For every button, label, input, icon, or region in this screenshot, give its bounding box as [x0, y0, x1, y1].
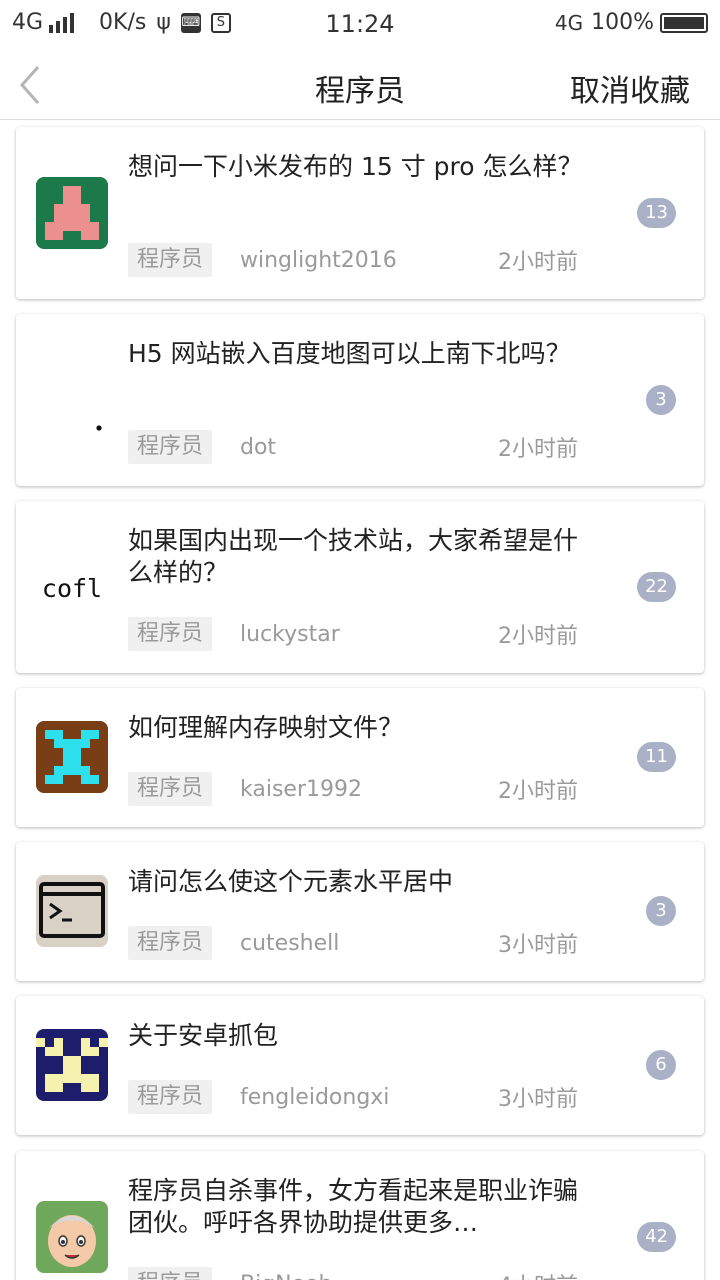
battery-icon — [660, 12, 708, 33]
post-author[interactable]: dot — [240, 435, 276, 460]
post-author[interactable]: luckystar — [240, 622, 340, 647]
cofl-logo-icon: cofl — [42, 574, 102, 603]
post-title[interactable]: H5 网站嵌入百度地图可以上南下北吗？ — [128, 338, 598, 370]
post-author[interactable]: kaiser1992 — [240, 777, 362, 802]
category-tag[interactable]: 程序员 — [128, 1267, 213, 1280]
post-time: 2小时前 — [498, 624, 578, 649]
category-tag[interactable]: 程序员 — [128, 617, 213, 651]
avatar — [36, 875, 108, 947]
post-card[interactable]: 程序员自杀事件，女方看起来是职业诈骗团伙。呼吁各界协助提供更多… 程序员 Big… — [16, 1151, 704, 1280]
post-title[interactable]: 如何理解内存映射文件？ — [128, 712, 598, 744]
post-time: 2小时前 — [498, 779, 578, 804]
post-author[interactable]: winglight2016 — [240, 248, 397, 273]
post-card[interactable]: 关于安卓抓包 程序员 fengleidongxi 3小时前 6 — [16, 996, 704, 1135]
post-title[interactable]: 想问一下小米发布的 15 寸 pro 怎么样？ — [128, 151, 598, 183]
category-tag[interactable]: 程序员 — [128, 772, 213, 806]
network-4g-icon: 4G — [554, 10, 584, 35]
post-author[interactable]: BigNoob — [240, 1272, 333, 1280]
post-time: 3小时前 — [498, 933, 578, 958]
category-tag[interactable]: 程序员 — [128, 243, 213, 277]
post-author[interactable]: fengleidongxi — [240, 1085, 389, 1110]
terminal-icon — [36, 875, 108, 947]
post-author[interactable]: cuteshell — [240, 931, 339, 956]
post-title[interactable]: 请问怎么使这个元素水平居中 — [128, 866, 598, 898]
post-title[interactable]: 程序员自杀事件，女方看起来是职业诈骗团伙。呼吁各界协助提供更多… — [128, 1175, 598, 1239]
post-meta: 程序员 dot 2小时前 — [128, 430, 598, 464]
post-card[interactable]: 想问一下小米发布的 15 寸 pro 怎么样？ 程序员 winglight201… — [16, 127, 704, 299]
reply-count-badge: 6 — [646, 1050, 676, 1080]
chevron-left-icon — [19, 66, 40, 104]
post-time: 3小时前 — [498, 1087, 578, 1112]
post-card[interactable]: 如何理解内存映射文件？ 程序员 kaiser1992 2小时前 11 — [16, 688, 704, 827]
post-meta: 程序员 fengleidongxi 3小时前 — [128, 1080, 598, 1114]
status-right: 4G 100% — [555, 10, 708, 35]
post-list[interactable]: 想问一下小米发布的 15 寸 pro 怎么样？ 程序员 winglight201… — [0, 121, 720, 1280]
avatar — [36, 1201, 108, 1273]
reply-count-badge: 3 — [646, 896, 676, 926]
avatar — [36, 364, 108, 436]
back-button[interactable] — [14, 62, 54, 108]
category-tag[interactable]: 程序员 — [128, 926, 213, 960]
post-meta: 程序员 winglight2016 2小时前 — [128, 243, 598, 277]
reply-count-badge: 22 — [637, 572, 676, 602]
post-meta: 程序员 BigNoob 4小时前 — [128, 1267, 598, 1280]
cartoon-face-icon — [36, 1201, 108, 1273]
post-title[interactable]: 关于安卓抓包 — [128, 1020, 598, 1052]
post-meta: 程序员 luckystar 2小时前 — [128, 617, 598, 651]
reply-count-badge: 13 — [637, 198, 676, 228]
avatar: cofl — [36, 551, 108, 623]
avatar — [36, 177, 108, 249]
post-card[interactable]: 请问怎么使这个元素水平居中 程序员 cuteshell 3小时前 3 — [16, 842, 704, 981]
post-card[interactable]: H5 网站嵌入百度地图可以上南下北吗？ 程序员 dot 2小时前 3 — [16, 314, 704, 486]
nav-bar: 程序员 取消收藏 — [0, 50, 720, 120]
post-card[interactable]: cofl 如果国内出现一个技术站，大家希望是什么样的？ 程序员 luckysta… — [16, 501, 704, 673]
post-time: 4小时前 — [498, 1268, 578, 1280]
post-meta: 程序员 kaiser1992 2小时前 — [128, 772, 598, 806]
reply-count-badge: 11 — [637, 742, 676, 772]
post-title[interactable]: 如果国内出现一个技术站，大家希望是什么样的？ — [128, 525, 598, 589]
reply-count-badge: 3 — [646, 385, 676, 415]
post-time: 2小时前 — [498, 250, 578, 275]
reply-count-badge: 42 — [637, 1222, 676, 1252]
post-time: 2小时前 — [498, 437, 578, 462]
status-bar: 4G 0K/s ψ ⌨ S 11:24 4G 100% — [0, 0, 720, 50]
category-tag[interactable]: 程序员 — [128, 430, 213, 464]
post-meta: 程序员 cuteshell 3小时前 — [128, 926, 598, 960]
battery-percent: 100% — [591, 10, 654, 35]
avatar — [36, 721, 108, 793]
unfavorite-button[interactable]: 取消收藏 — [570, 66, 690, 110]
avatar — [36, 1029, 108, 1101]
category-tag[interactable]: 程序员 — [128, 1080, 213, 1114]
